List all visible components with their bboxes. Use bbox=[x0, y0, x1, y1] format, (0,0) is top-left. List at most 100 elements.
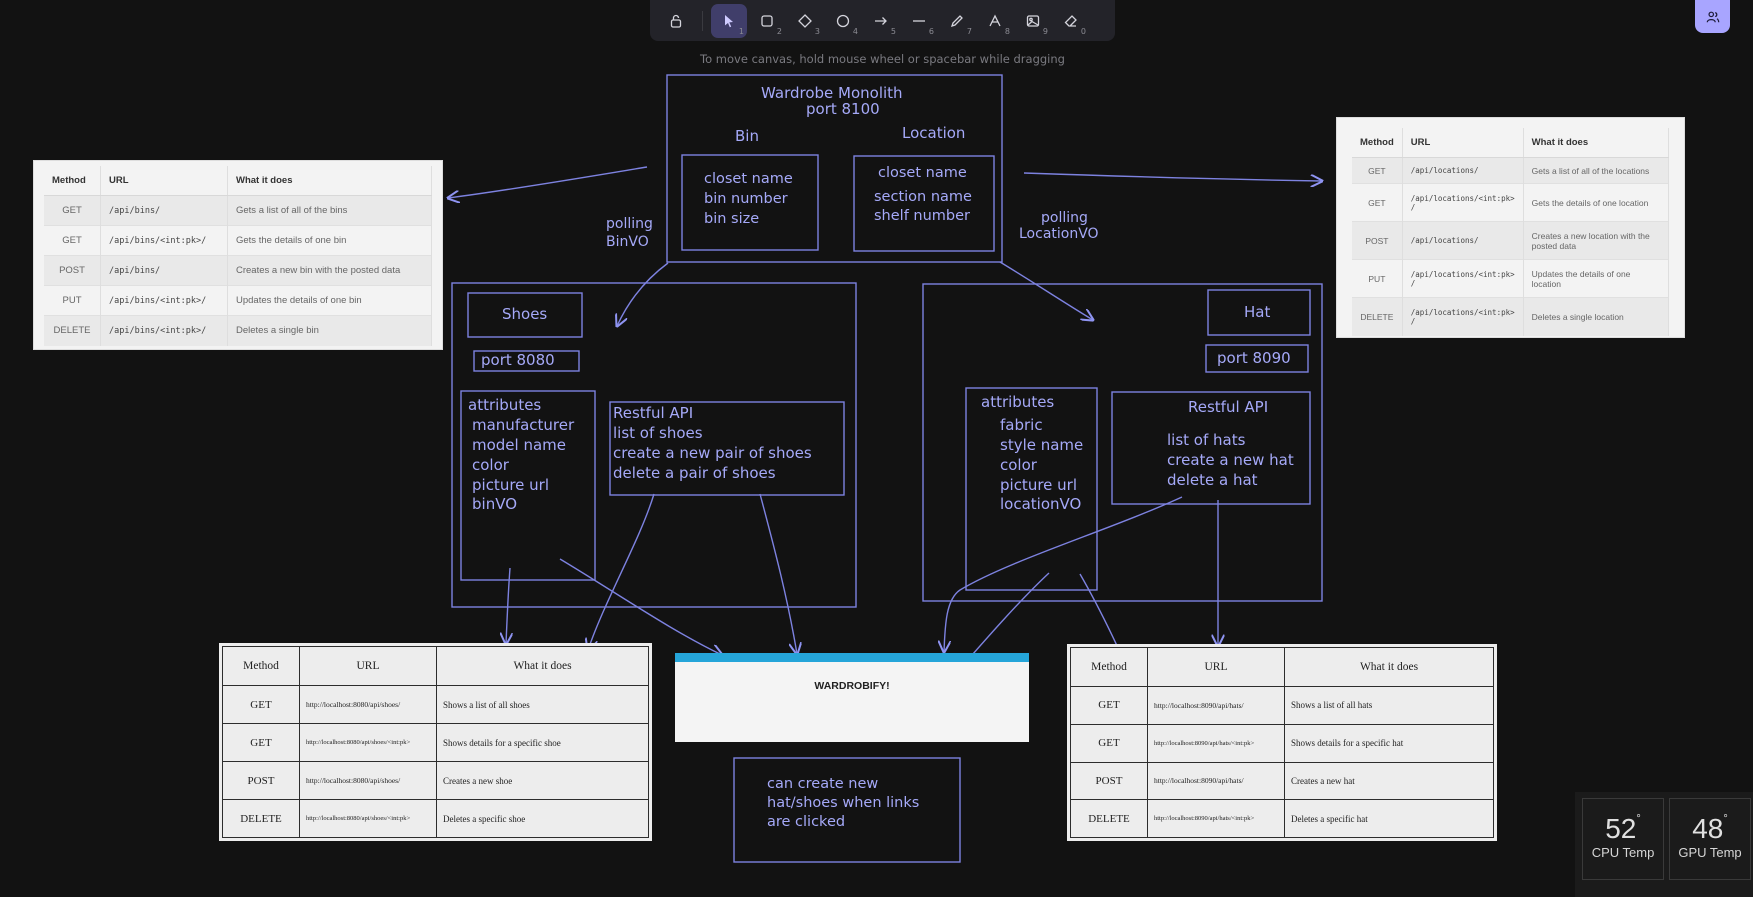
tool-shortcut: 9 bbox=[1042, 26, 1048, 36]
table-header-row: Method URL What it does bbox=[1352, 128, 1670, 158]
table-header-row: Method URL What it does bbox=[44, 166, 432, 196]
hat-attribute: style name bbox=[1000, 436, 1084, 454]
description-cell: Shows a list of all hats bbox=[1284, 686, 1494, 725]
polling-location-label: polling bbox=[1041, 210, 1088, 226]
description-cell: Updates the details of one location bbox=[1523, 259, 1670, 298]
table-row: DELETE/api/bins/<int:pk>/Deletes a singl… bbox=[44, 315, 432, 346]
table-row: POST/api/bins/Creates a new bin with the… bbox=[44, 255, 432, 286]
table-row: GET http://localhost:8090/api/hats/Shows … bbox=[1070, 686, 1494, 725]
diamond-tool[interactable]: 3 bbox=[787, 4, 823, 38]
url-cell: http://localhost:8080/api/shoes/<int:pk> bbox=[299, 799, 437, 838]
preview-subtitle bbox=[675, 694, 1029, 699]
ellipse-tool[interactable]: 4 bbox=[825, 4, 861, 38]
arrow-tool[interactable]: 5 bbox=[863, 4, 899, 38]
table-row: DELETE http://localhost:8090/api/hats/<in… bbox=[1070, 799, 1494, 838]
description-cell: Updates the details of one bin bbox=[227, 285, 432, 316]
arrow-monolith-to-shoes bbox=[617, 262, 669, 326]
description-cell: Deletes a specific hat bbox=[1284, 799, 1494, 838]
url-cell: /api/bins/ bbox=[100, 195, 228, 226]
table-row: POST http://localhost:8090/api/hats/Creat… bbox=[1070, 761, 1494, 801]
description-cell: Creates a new bin with the posted data bbox=[227, 255, 432, 286]
tool-shortcut: 8 bbox=[1004, 26, 1010, 36]
hat-attribute: fabric bbox=[1000, 416, 1043, 434]
draw-tool[interactable]: 7 bbox=[939, 4, 975, 38]
line-icon bbox=[913, 19, 925, 22]
hat-attribute: attributes bbox=[981, 393, 1055, 411]
shoes-api-item: list of shoes bbox=[613, 424, 703, 442]
shoes-title: Shoes bbox=[502, 305, 548, 323]
tool-shortcut: 1 bbox=[738, 26, 744, 36]
eraser-icon bbox=[1064, 14, 1077, 27]
url-cell: /api/bins/<int:pk>/ bbox=[100, 315, 228, 346]
locations-api-table: Method URL What it does GET/api/location… bbox=[1336, 117, 1685, 338]
text-tool[interactable]: 8 bbox=[977, 4, 1013, 38]
column-header: Method bbox=[222, 646, 300, 686]
column-header: URL bbox=[100, 166, 228, 196]
method-cell: GET bbox=[1352, 183, 1403, 222]
url-cell: http://localhost:8080/api/shoes/<int:pk> bbox=[299, 723, 437, 762]
description-cell: Creates a new location with the posted d… bbox=[1523, 221, 1670, 260]
description-cell: Deletes a single location bbox=[1523, 297, 1670, 336]
pencil-icon bbox=[950, 14, 963, 27]
polling-bin-label: polling bbox=[606, 216, 653, 232]
hat-port: port 8090 bbox=[1217, 349, 1291, 367]
shoes-port: port 8080 bbox=[481, 351, 555, 369]
shoes-attribute: attributes bbox=[468, 396, 542, 414]
description-cell: Creates a new shoe bbox=[436, 761, 649, 800]
url-cell: http://localhost:8090/api/hats/<int:pk> bbox=[1147, 799, 1285, 838]
hat-api-item: create a new hat bbox=[1167, 451, 1294, 469]
table-row: DELETE/api/locations/<int:pk> / Deletes a… bbox=[1352, 297, 1670, 336]
table-row: GET http://localhost:8090/api/hats/<int:p… bbox=[1070, 723, 1494, 763]
description-cell: Shows details for a specific hat bbox=[1284, 723, 1494, 763]
description-cell: Gets the details of one location bbox=[1523, 183, 1670, 222]
app-preview-image[interactable]: WARDROBIFY! bbox=[675, 653, 1029, 742]
tool-shortcut: 0 bbox=[1080, 26, 1086, 36]
hat-service-box[interactable] bbox=[922, 283, 1323, 602]
lock-icon[interactable] bbox=[658, 4, 694, 38]
location-field: closet name bbox=[878, 165, 967, 181]
image-tool[interactable]: 9 bbox=[1015, 4, 1051, 38]
rectangle-tool[interactable]: 2 bbox=[749, 4, 785, 38]
table-row: POST/api/locations/Creates a new locatio… bbox=[1352, 221, 1670, 260]
tool-shortcut: 5 bbox=[890, 26, 896, 36]
column-header: Method bbox=[1352, 128, 1403, 158]
method-cell: DELETE bbox=[1352, 297, 1403, 336]
degree-symbol: ° bbox=[1723, 813, 1728, 825]
cursor-icon bbox=[725, 14, 733, 27]
polling-bin-vo-label: BinVO bbox=[606, 234, 649, 250]
cpu-temp-tile: 52° CPU Temp bbox=[1582, 798, 1664, 880]
column-header: What it does bbox=[1523, 128, 1670, 158]
polling-location-vo-label: LocationVO bbox=[1019, 226, 1099, 242]
cpu-temp-value: 52° bbox=[1583, 813, 1663, 845]
hat-attribute: locationVO bbox=[1000, 495, 1082, 513]
temperature-widget: 52° CPU Temp 48° GPU Temp bbox=[1575, 792, 1753, 897]
method-cell: POST bbox=[1352, 221, 1403, 260]
selection-tool[interactable]: 1 bbox=[711, 3, 747, 38]
column-header: What it does bbox=[227, 166, 432, 196]
url-cell: /api/bins/<int:pk>/ bbox=[100, 225, 228, 256]
diamond-icon bbox=[798, 13, 812, 28]
users-icon bbox=[1706, 11, 1719, 22]
url-cell: http://localhost:8080/api/shoes/ bbox=[299, 761, 437, 800]
column-header: What it does bbox=[436, 646, 649, 686]
image-icon bbox=[1026, 14, 1040, 27]
url-cell: http://localhost:8090/api/hats/ bbox=[1147, 761, 1285, 801]
eraser-tool[interactable]: 0 bbox=[1053, 4, 1089, 38]
bin-label: Bin bbox=[735, 127, 759, 145]
method-cell: POST bbox=[1070, 761, 1148, 801]
table-row: GET/api/locations/<int:pk> / Gets the det… bbox=[1352, 183, 1670, 222]
line-tool[interactable]: 6 bbox=[901, 4, 937, 38]
collaborate-button[interactable] bbox=[1695, 0, 1730, 33]
url-cell: /api/locations/ bbox=[1402, 157, 1524, 184]
description-cell: Gets the details of one bin bbox=[227, 225, 432, 256]
note-line: hat/shoes when links bbox=[767, 795, 920, 811]
method-cell: DELETE bbox=[222, 799, 300, 838]
column-header: URL bbox=[1402, 128, 1524, 158]
shoes-attribute: picture url bbox=[472, 476, 549, 494]
hats-api-table: Method URL What it does GET http://localh… bbox=[1067, 644, 1497, 841]
description-cell: Deletes a single bin bbox=[227, 315, 432, 346]
location-label: Location bbox=[902, 124, 966, 142]
method-cell: DELETE bbox=[44, 315, 101, 346]
table-row: GET/api/locations/Gets a list of all of … bbox=[1352, 157, 1670, 184]
cpu-temp-number: 52 bbox=[1605, 813, 1637, 844]
